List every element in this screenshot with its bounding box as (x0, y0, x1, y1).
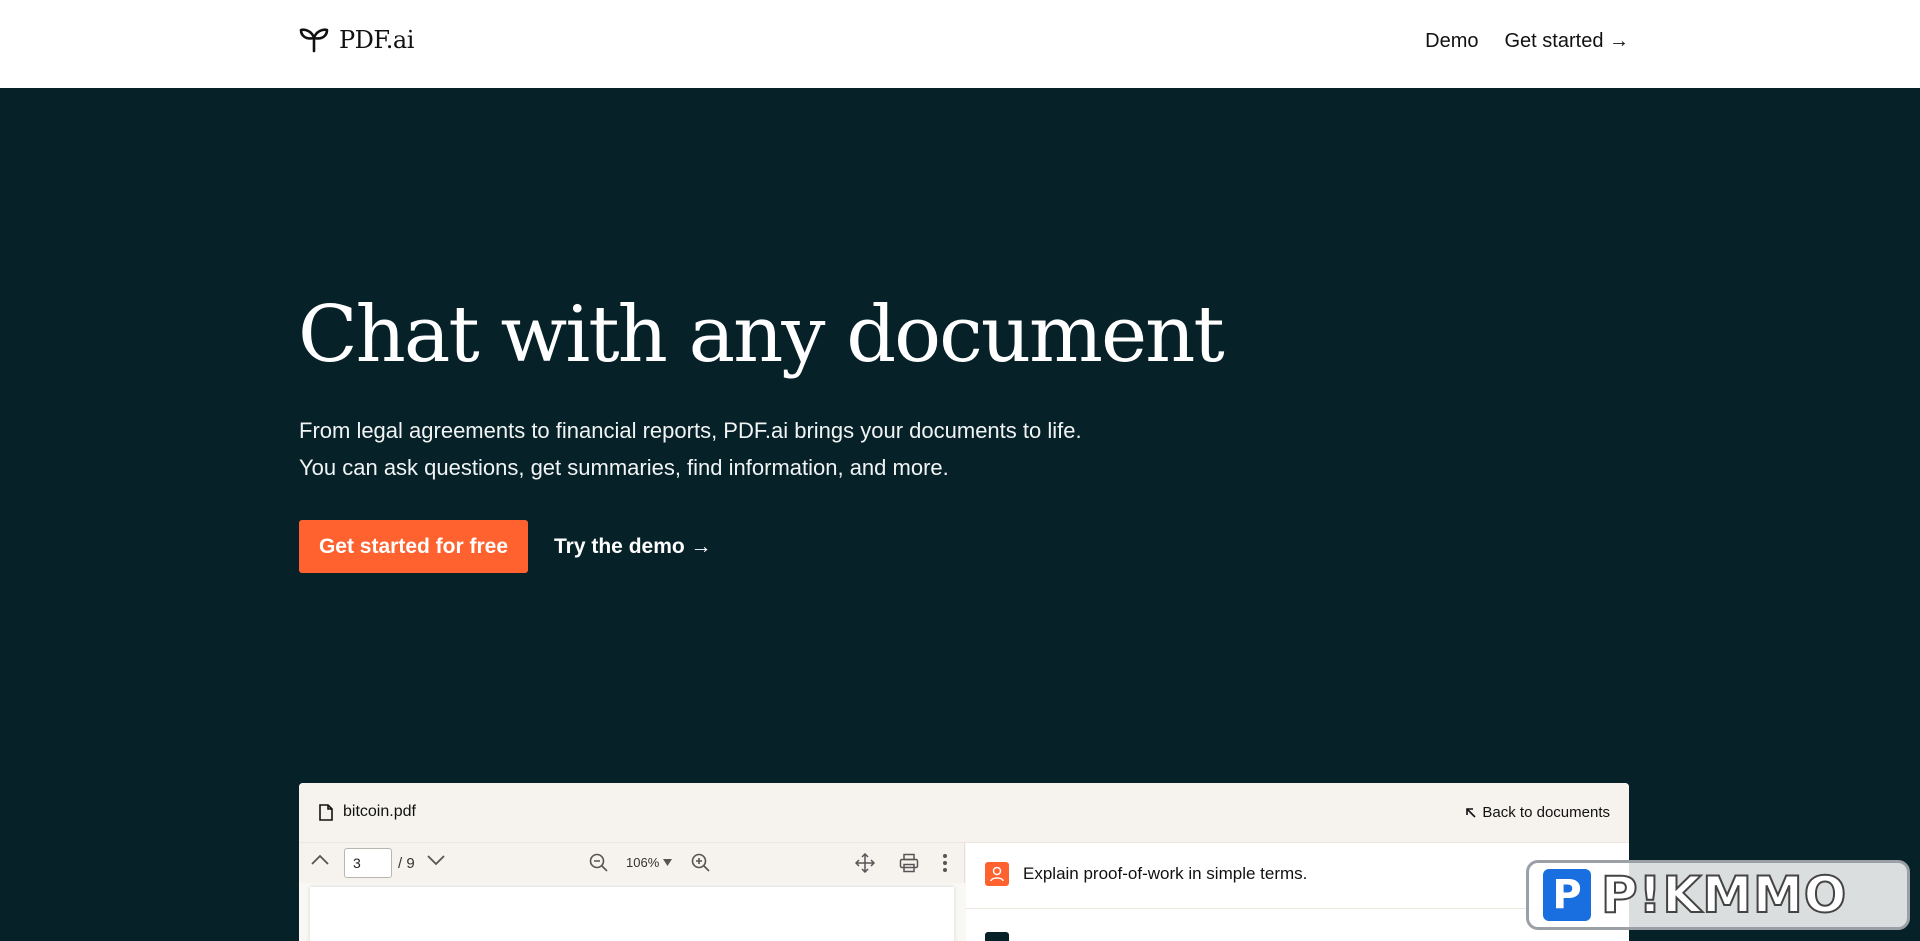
nav-get-started-link[interactable]: Get started → (1505, 30, 1630, 53)
zoom-select[interactable]: 106% (626, 855, 673, 870)
assistant-avatar (985, 932, 1009, 941)
user-icon (990, 866, 1004, 882)
file-icon (319, 803, 333, 821)
hero-subtitle-line-2: You can ask questions, get summaries, fi… (299, 455, 949, 480)
caret-down-icon (663, 859, 673, 866)
top-navigation-bar: PDF.ai Demo Get started → (0, 0, 1920, 88)
chat-assistant-message (985, 932, 1009, 941)
watermark-text: P!KMMO (1600, 865, 1848, 925)
chat-user-message-text: Explain proof-of-work in simple terms. (1023, 864, 1308, 883)
file-name-text: bitcoin.pdf (343, 803, 416, 820)
chevron-down-icon (427, 855, 445, 866)
more-vertical-icon (943, 854, 947, 872)
hero-subtitle-line-1: From legal agreements to financial repor… (299, 418, 1082, 443)
move-icon (855, 853, 875, 873)
hero-subtitle: From legal agreements to financial repor… (299, 412, 1082, 486)
cta-row: Get started for free Try the demo → (299, 520, 712, 573)
chat-user-message: Explain proof-of-work in simple terms. (985, 862, 1307, 886)
zoom-value: 106% (626, 855, 660, 870)
hero-title: Chat with any document (298, 290, 1225, 380)
zoom-in-icon (691, 853, 710, 872)
app-preview-header: bitcoin.pdf Back to documents (299, 783, 1629, 843)
more-options-button[interactable] (942, 853, 948, 873)
zoom-out-button[interactable] (589, 853, 609, 873)
try-demo-link[interactable]: Try the demo → (554, 535, 712, 559)
nav-demo-link[interactable]: Demo (1425, 30, 1478, 53)
get-started-free-button[interactable]: Get started for free (299, 520, 528, 573)
back-to-documents-link[interactable]: Back to documents (1465, 804, 1610, 821)
logo[interactable]: PDF.ai (299, 26, 414, 54)
page-down-button[interactable] (427, 855, 445, 867)
zoom-out-icon (589, 853, 608, 872)
chevron-up-icon (311, 854, 329, 865)
page-total-label: / 9 (398, 854, 415, 872)
page-number-input[interactable] (344, 848, 392, 878)
sprout-logo-icon (299, 28, 329, 53)
pan-tool-button[interactable] (855, 853, 875, 873)
pdf-viewer-toolbar: / 9 106% (299, 843, 965, 883)
zoom-in-button[interactable] (691, 853, 711, 873)
back-to-documents-text: Back to documents (1482, 804, 1610, 821)
logo-text: PDF.ai (339, 26, 414, 54)
pdf-page (310, 887, 954, 941)
print-button[interactable] (899, 853, 919, 873)
print-icon (899, 853, 919, 873)
user-avatar (985, 862, 1009, 886)
header-nav: Demo Get started → (1425, 30, 1629, 53)
file-name-label: bitcoin.pdf (319, 803, 416, 821)
page-up-button[interactable] (311, 853, 329, 865)
page-navigation: / 9 (344, 848, 415, 878)
watermark-logo: P P!KMMO (1526, 860, 1910, 930)
watermark-badge: P (1543, 869, 1591, 921)
arrow-up-left-icon (1466, 808, 1476, 818)
app-preview: bitcoin.pdf Back to documents / 9 106% (299, 783, 1629, 941)
